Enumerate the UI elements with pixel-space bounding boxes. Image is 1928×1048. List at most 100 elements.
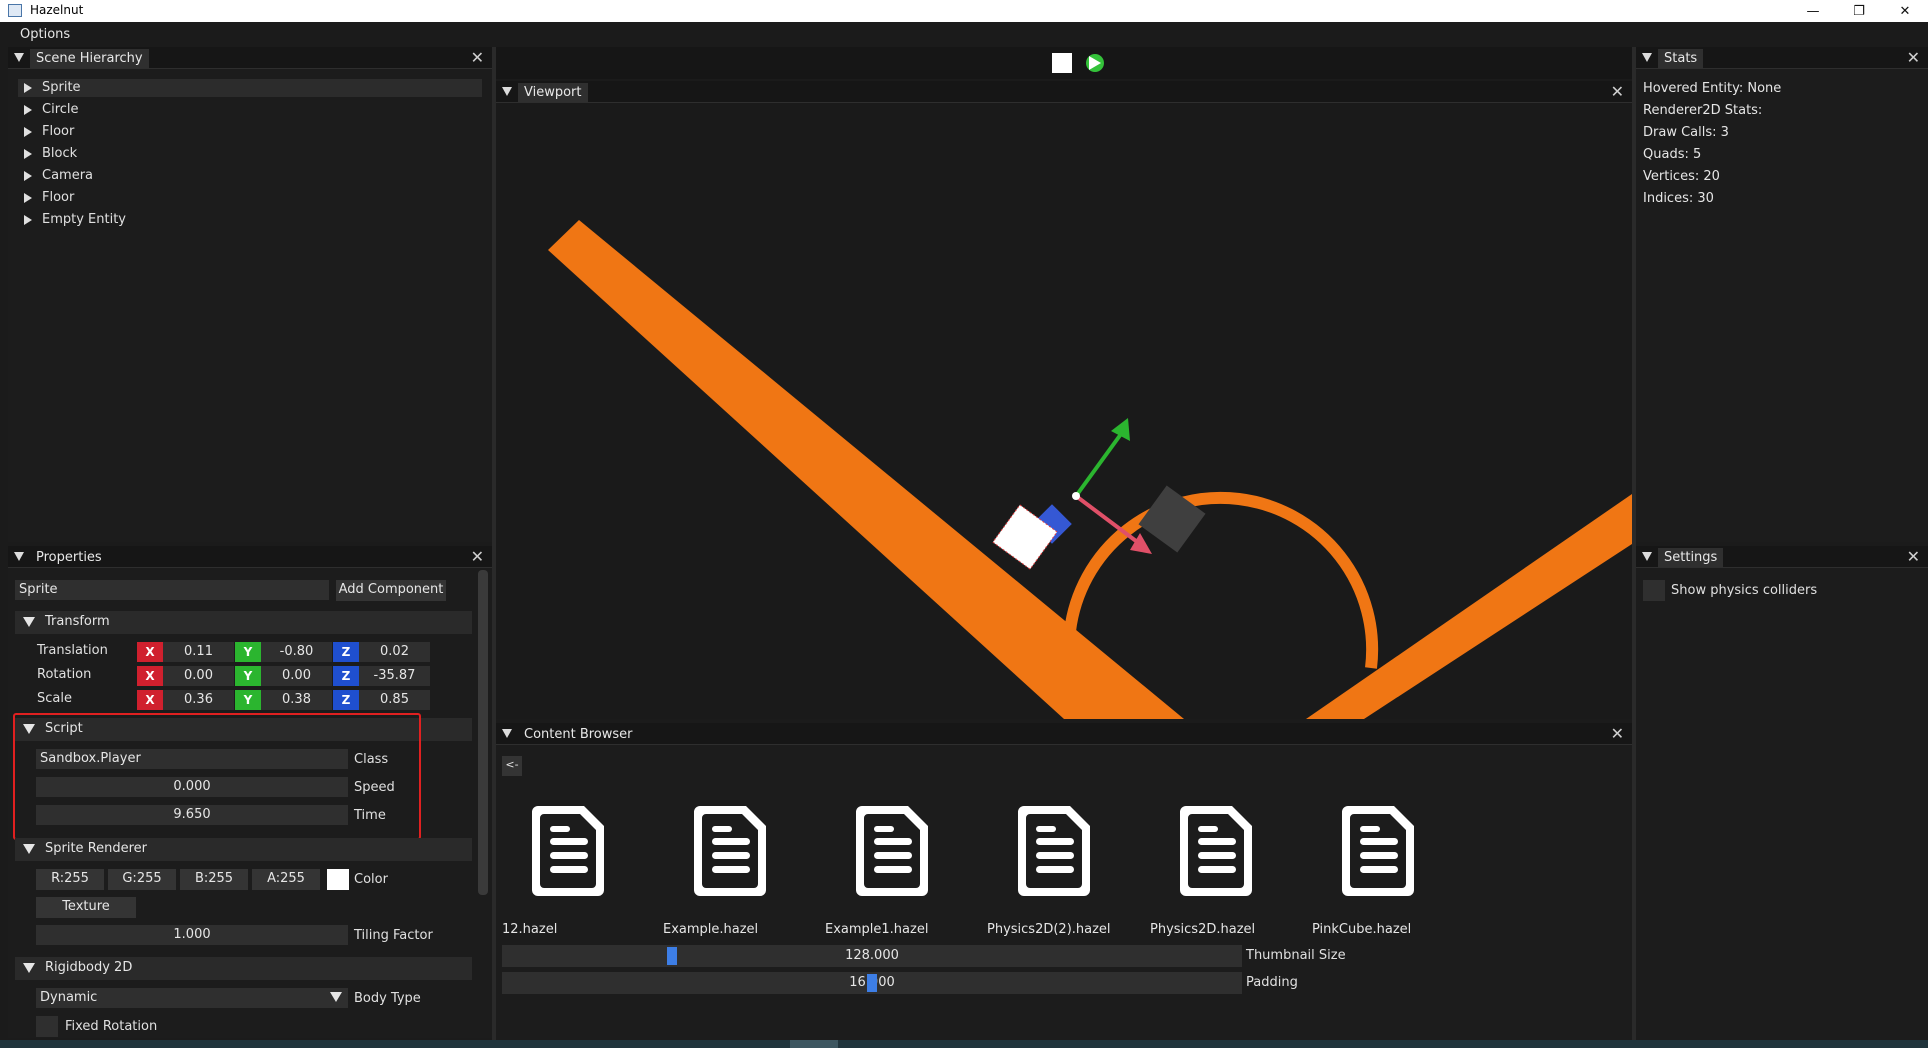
rigidbody-section-header[interactable]: Rigidbody 2D xyxy=(15,957,472,980)
file-icon[interactable] xyxy=(1338,802,1418,898)
color-swatch[interactable] xyxy=(327,869,349,890)
file-icon[interactable] xyxy=(1176,802,1256,898)
collapse-icon[interactable] xyxy=(14,53,24,62)
translation-z-reset-button[interactable]: Z xyxy=(333,642,359,662)
stats-tab[interactable]: Stats xyxy=(1658,49,1704,68)
padding-slider-grab[interactable] xyxy=(867,974,877,992)
scale-z-input[interactable]: 0.85 xyxy=(359,690,430,710)
properties-tab[interactable]: Properties xyxy=(30,548,108,567)
translation-x-reset-button[interactable]: X xyxy=(137,642,163,662)
gizmo-origin[interactable] xyxy=(1072,492,1080,500)
rotation-y-input[interactable]: 0.00 xyxy=(261,666,332,686)
translation-x-input[interactable]: 0.11 xyxy=(163,642,234,662)
close-window-button[interactable]: ✕ xyxy=(1882,0,1928,22)
simulate-button[interactable] xyxy=(1084,52,1106,74)
tree-item[interactable]: Sprite xyxy=(18,79,482,97)
menu-options[interactable]: Options xyxy=(20,27,70,42)
scale-y-reset-button[interactable]: Y xyxy=(235,690,261,710)
viewport-canvas[interactable] xyxy=(496,104,1632,719)
expand-arrow-icon[interactable] xyxy=(24,127,32,137)
collapse-icon[interactable] xyxy=(502,729,512,738)
body-type-select[interactable]: Dynamic xyxy=(36,988,348,1008)
expand-arrow-icon[interactable] xyxy=(24,83,32,93)
gizmo-x-axis[interactable] xyxy=(1074,494,1138,543)
properties-scrollbar[interactable] xyxy=(478,570,488,895)
stop-button[interactable] xyxy=(1052,53,1072,73)
transform-section-header[interactable]: Transform xyxy=(15,611,472,634)
tree-item[interactable]: Floor xyxy=(18,123,482,141)
color-g-field[interactable]: G:255 xyxy=(108,869,176,890)
rotation-x-reset-button[interactable]: X xyxy=(137,666,163,686)
scene-hierarchy-tab[interactable]: Scene Hierarchy xyxy=(30,49,149,68)
color-a-field[interactable]: A:255 xyxy=(252,869,320,890)
tree-item-label: Floor xyxy=(42,190,75,205)
file-icon[interactable] xyxy=(690,802,770,898)
close-icon[interactable]: ✕ xyxy=(471,48,484,67)
file-icon[interactable] xyxy=(1014,802,1094,898)
thumbnail-slider-grab[interactable] xyxy=(667,947,677,965)
scale-y-input[interactable]: 0.38 xyxy=(261,690,332,710)
add-component-button[interactable]: Add Component xyxy=(336,580,446,601)
show-colliders-checkbox[interactable] xyxy=(1643,580,1665,601)
close-icon[interactable]: ✕ xyxy=(1907,547,1920,566)
close-icon[interactable]: ✕ xyxy=(471,547,484,566)
collapse-icon[interactable] xyxy=(1642,552,1652,561)
content-browser-header: Content Browser ✕ xyxy=(496,723,1632,745)
tree-item[interactable]: Floor xyxy=(18,189,482,207)
tree-item[interactable]: Empty Entity xyxy=(18,211,482,229)
rotation-y-reset-button[interactable]: Y xyxy=(235,666,261,686)
expand-arrow-icon[interactable] xyxy=(24,171,32,181)
expand-arrow-icon[interactable] xyxy=(24,193,32,203)
viewport-tab[interactable]: Viewport xyxy=(518,83,588,102)
gizmo-x-arrow[interactable] xyxy=(1130,533,1152,554)
close-icon[interactable]: ✕ xyxy=(1611,82,1624,101)
collapse-icon[interactable] xyxy=(502,87,512,96)
tiling-factor-input[interactable]: 1.000 xyxy=(36,925,348,945)
translation-y-reset-button[interactable]: Y xyxy=(235,642,261,662)
expand-arrow-icon[interactable] xyxy=(24,105,32,115)
scale-x-reset-button[interactable]: X xyxy=(137,690,163,710)
tree-item[interactable]: Block xyxy=(18,145,482,163)
padding-slider[interactable]: 16.000 xyxy=(502,972,1242,994)
body-type-label: Body Type xyxy=(354,991,421,1006)
translation-z-input[interactable]: 0.02 xyxy=(359,642,430,662)
collapse-icon[interactable] xyxy=(1642,53,1652,62)
entity-name-input[interactable]: Sprite xyxy=(15,580,329,600)
fixed-rotation-label: Fixed Rotation xyxy=(65,1019,158,1034)
color-b-field[interactable]: B:255 xyxy=(180,869,248,890)
file-icon[interactable] xyxy=(528,802,608,898)
settings-tab[interactable]: Settings xyxy=(1658,548,1724,567)
tree-item[interactable]: Camera xyxy=(18,167,482,185)
tree-item-label: Floor xyxy=(42,124,75,139)
properties-header: Properties ✕ xyxy=(8,546,492,568)
scale-x-input[interactable]: 0.36 xyxy=(163,690,234,710)
texture-button[interactable]: Texture xyxy=(36,897,136,918)
translation-label: Translation xyxy=(37,643,108,658)
fixed-rotation-checkbox[interactable] xyxy=(36,1016,58,1037)
indices-text: Indices: 30 xyxy=(1643,191,1714,206)
content-browser-tab[interactable]: Content Browser xyxy=(518,725,639,744)
tree-item-label: Circle xyxy=(42,102,79,117)
minimize-button[interactable]: — xyxy=(1790,0,1836,22)
close-icon[interactable]: ✕ xyxy=(1611,724,1624,743)
close-icon[interactable]: ✕ xyxy=(1907,48,1920,67)
sprite-renderer-section-header[interactable]: Sprite Renderer xyxy=(15,838,472,861)
translation-y-input[interactable]: -0.80 xyxy=(261,642,332,662)
taskbar-scroll-thumb[interactable] xyxy=(790,1040,838,1048)
back-button[interactable]: <- xyxy=(502,756,522,776)
script-highlight-box xyxy=(13,713,421,840)
color-r-field[interactable]: R:255 xyxy=(36,869,104,890)
rotation-z-input[interactable]: -35.87 xyxy=(359,666,430,686)
gizmo-y-axis[interactable] xyxy=(1074,432,1123,498)
collapse-icon[interactable] xyxy=(14,552,24,561)
rotation-x-input[interactable]: 0.00 xyxy=(163,666,234,686)
restore-button[interactable]: ❐ xyxy=(1836,0,1882,22)
app-icon xyxy=(8,4,22,17)
expand-arrow-icon[interactable] xyxy=(24,215,32,225)
file-icon[interactable] xyxy=(852,802,932,898)
thumbnail-size-slider[interactable]: 128.000 xyxy=(502,945,1242,967)
scale-z-reset-button[interactable]: Z xyxy=(333,690,359,710)
rotation-z-reset-button[interactable]: Z xyxy=(333,666,359,686)
expand-arrow-icon[interactable] xyxy=(24,149,32,159)
tree-item[interactable]: Circle xyxy=(18,101,482,119)
